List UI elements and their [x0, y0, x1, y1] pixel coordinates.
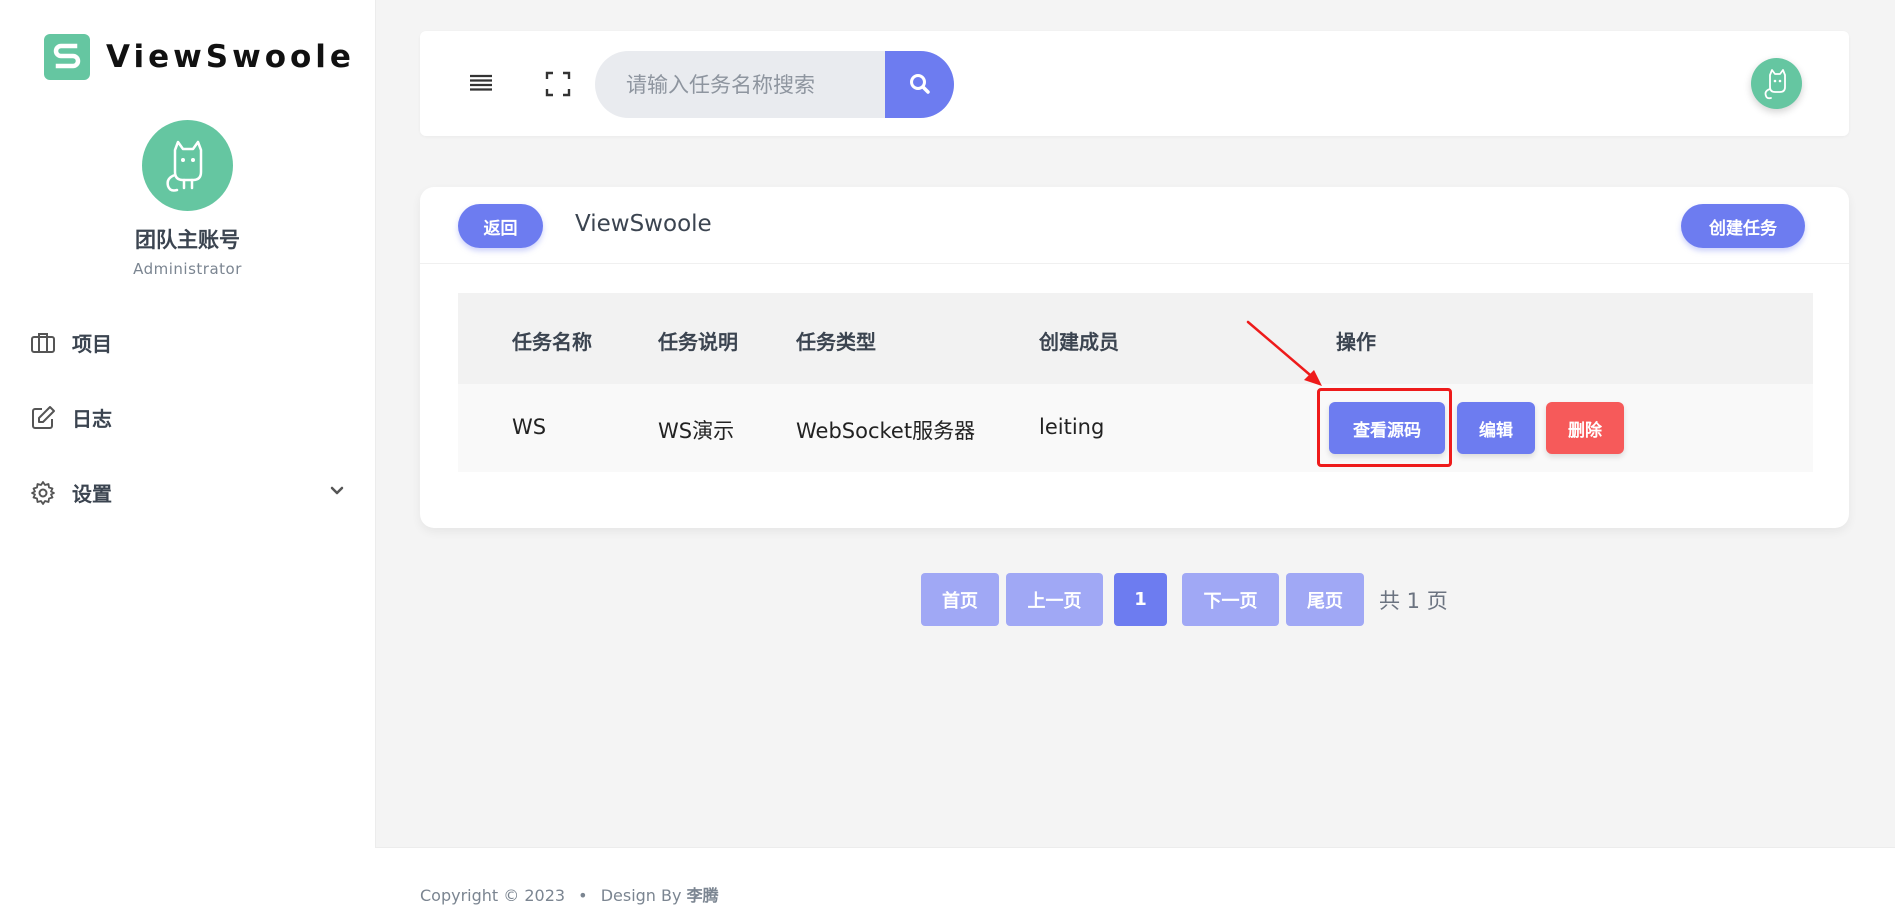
task-creator-cell: leiting — [1039, 415, 1105, 439]
page-number-button[interactable]: 1 — [1114, 573, 1167, 626]
task-name-cell: WS — [512, 415, 547, 439]
table-row: WS WS演示 WebSocket服务器 leiting 查看源码 编辑 删除 — [458, 384, 1813, 472]
column-header: 创建成员 — [1039, 330, 1119, 354]
sidebar-item-logs[interactable]: 日志 — [0, 380, 375, 455]
task-table: 任务名称 任务说明 任务类型 创建成员 操作 WS WS演示 WebSocket… — [458, 293, 1813, 472]
task-type-cell: WebSocket服务器 — [796, 419, 976, 443]
design-by-text: Design By — [600, 886, 682, 905]
next-page-button[interactable]: 下一页 — [1182, 573, 1279, 626]
first-page-button[interactable]: 首页 — [921, 573, 999, 626]
last-page-button[interactable]: 尾页 — [1286, 573, 1364, 626]
search-input[interactable] — [595, 51, 895, 118]
cat-icon — [166, 140, 203, 192]
page-total: 共 1 页 — [1379, 588, 1448, 613]
create-task-button[interactable]: 创建任务 — [1681, 204, 1805, 248]
sidebar-item-label: 日志 — [72, 407, 112, 431]
sidebar-item-label: 设置 — [72, 482, 112, 506]
footer-text: Copyright © 2023 • Design By 李腾 — [420, 882, 719, 906]
fullscreen-icon[interactable] — [544, 70, 572, 98]
edit-button[interactable]: 编辑 — [1457, 402, 1535, 454]
column-header: 任务说明 — [658, 330, 738, 354]
task-description-cell: WS演示 — [658, 419, 735, 443]
task-card: 返回 ViewSwoole 创建任务 任务名称 任务说明 任务类型 创建成员 操… — [420, 187, 1849, 528]
column-header: 任务名称 — [512, 330, 592, 354]
gear-icon — [30, 480, 56, 506]
top-bar — [420, 31, 1849, 136]
column-header: 操作 — [1336, 330, 1376, 354]
edit-icon — [30, 405, 56, 431]
search-box — [595, 51, 958, 118]
search-icon — [910, 74, 930, 94]
sidebar-item-label: 项目 — [72, 332, 112, 356]
cat-icon — [1764, 69, 1786, 100]
author-link[interactable]: 李腾 — [687, 886, 719, 905]
pagination: 首页 上一页 1 下一页 尾页 共 1 页 — [921, 573, 1448, 626]
chevron-down-icon — [330, 486, 344, 495]
card-header: 返回 ViewSwoole 创建任务 — [420, 187, 1849, 264]
page-title: ViewSwoole — [575, 211, 712, 237]
copyright-text: Copyright © 2023 — [420, 886, 566, 905]
view-source-button[interactable]: 查看源码 — [1329, 402, 1445, 454]
menu-icon[interactable] — [468, 70, 494, 96]
sidebar-item-projects[interactable]: 项目 — [0, 305, 375, 380]
briefcase-icon — [30, 330, 56, 356]
prev-page-button[interactable]: 上一页 — [1006, 573, 1103, 626]
avatar[interactable] — [142, 120, 233, 211]
logo[interactable]: ViewSwoole — [44, 34, 355, 80]
brand-name: ViewSwoole — [106, 39, 355, 75]
profile-role: Administrator — [133, 260, 242, 278]
profile-name: 团队主账号 — [135, 228, 240, 252]
logo-mark-icon — [44, 34, 90, 80]
back-button[interactable]: 返回 — [458, 204, 543, 248]
sidebar: ViewSwoole 团队主账号 Administrator 项目 日志 设置 — [0, 0, 375, 923]
column-header: 任务类型 — [796, 330, 876, 354]
footer-separator: • — [578, 886, 588, 905]
search-button[interactable] — [885, 51, 954, 118]
table-header: 任务名称 任务说明 任务类型 创建成员 操作 — [458, 293, 1813, 384]
profile: 团队主账号 Administrator — [0, 120, 375, 278]
delete-button[interactable]: 删除 — [1546, 402, 1624, 454]
sidebar-nav: 项目 日志 设置 — [0, 305, 375, 530]
footer: Copyright © 2023 • Design By 李腾 — [375, 847, 1895, 923]
user-avatar[interactable] — [1751, 58, 1802, 109]
sidebar-item-settings[interactable]: 设置 — [0, 455, 375, 530]
